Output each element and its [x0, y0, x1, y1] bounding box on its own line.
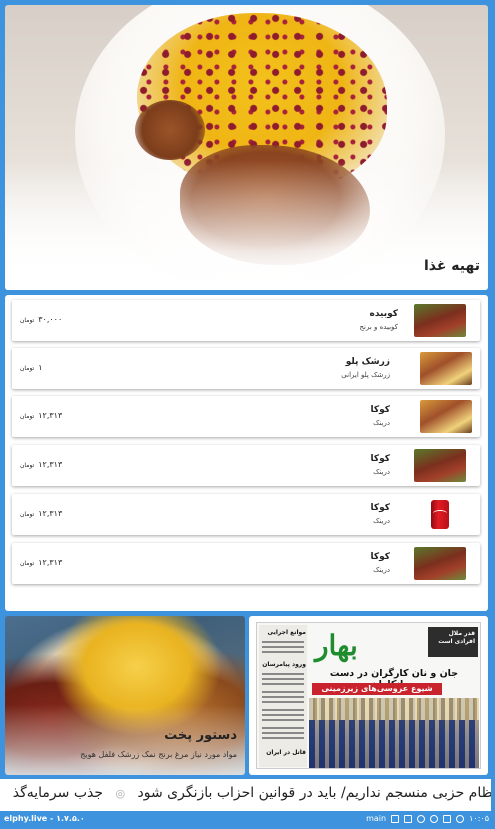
coke-can-icon [431, 500, 449, 529]
newspaper-banner: شیوع عروسی‌های زیرزمینی [312, 683, 442, 695]
news-ticker[interactable]: نظام حزبی منسجم نداریم/ باید در قوانین ا… [0, 779, 491, 811]
polo-thumbnail [420, 352, 472, 385]
menu-item[interactable]: کوکا درینک ۱۲,۳۱۳تومان [12, 494, 480, 535]
item-name: زرشک پلو [345, 357, 390, 367]
refresh-icon[interactable] [430, 814, 439, 823]
clock-icon [456, 814, 465, 823]
item-desc: زرشک پلو ایرانی [341, 371, 390, 379]
app-frame: تهیه غذا کوبیده کوبیده و برنج ۳۰,۰۰۰توما… [0, 0, 495, 829]
newspaper-logo: بهار [315, 629, 358, 662]
item-name: کوکا [370, 503, 391, 513]
site-label: elphy.live - ۱.۷.۵.۰ [4, 814, 85, 823]
recipe-title: دستور پخت [164, 728, 237, 743]
hero-title: تهیه غذا [423, 258, 480, 274]
item-price: ۱۲,۳۱۳تومان [20, 558, 63, 567]
item-price: ۱۲,۳۱۳تومان [20, 509, 63, 518]
side-headline: موانع اجرایی [267, 629, 306, 636]
hourglass-icon[interactable] [443, 814, 452, 823]
newspaper-image: موانع اجرایی ورود پیامرسان قاتل در ایران [256, 622, 481, 769]
ticker-headline: نظام حزبی منسجم نداریم/ باید در قوانین ا… [137, 785, 491, 801]
item-price: ۱۲,۳۱۳تومان [20, 411, 63, 420]
menu-item[interactable]: زرشک پلو زرشک پلو ایرانی ۱تومان [12, 348, 480, 389]
side-headline: قاتل در ایران [266, 749, 306, 756]
item-desc: درینک [373, 566, 390, 574]
item-price: ۱تومان [20, 363, 43, 372]
ticker-text: نظام حزبی منسجم نداریم/ باید در قوانین ا… [13, 785, 491, 801]
polo-thumbnail [420, 400, 472, 433]
hero-card[interactable]: تهیه غذا [5, 5, 488, 290]
search-icon[interactable] [417, 814, 426, 823]
newspaper-box: قدر ملال افرادی است [428, 627, 478, 657]
item-name: کوبیده [369, 309, 398, 319]
hero-fade [5, 160, 488, 290]
menu-item[interactable]: کوکا درینک ۱۲,۳۱۳تومان [12, 543, 480, 584]
item-desc: درینک [373, 419, 390, 427]
item-name: کوکا [370, 552, 391, 562]
menu-item[interactable]: کوبیده کوبیده و برنج ۳۰,۰۰۰تومان [12, 300, 480, 341]
item-name: کوکا [370, 454, 391, 464]
item-name: کوکا [370, 405, 391, 415]
item-desc: درینک [373, 517, 390, 525]
status-right: main ۱۰:۰۵ [366, 814, 489, 823]
kabob-thumbnail [414, 449, 466, 482]
status-bar: elphy.live - ۱.۷.۵.۰ main ۱۰:۰۵ [0, 811, 495, 829]
item-price: ۳۰,۰۰۰تومان [20, 315, 63, 324]
list-icon[interactable] [404, 814, 413, 823]
menu-item[interactable]: کوکا درینک ۱۲,۳۱۳تومان [12, 445, 480, 486]
menu-list: کوبیده کوبیده و برنج ۳۰,۰۰۰تومان زرشک پل… [5, 295, 488, 611]
coke-thumbnail [414, 498, 466, 531]
item-desc: کوبیده و برنج [359, 323, 398, 331]
ticker-headline-next: جذب سرمایه‌گذ [12, 785, 104, 801]
item-price: ۱۲,۳۱۳تومان [20, 460, 63, 469]
recipe-subtitle: مواد مورد نیاز مرغ برنج نمک زرشک فلفل هو… [80, 750, 237, 759]
side-headline: ورود پیامرسان [262, 661, 306, 668]
item-desc: درینک [373, 468, 390, 476]
kabob-thumbnail [414, 547, 466, 580]
newspaper-photo [309, 698, 479, 768]
status-label: main [366, 814, 387, 823]
status-time: ۱۰:۰۵ [469, 814, 489, 823]
kabob-thumbnail [414, 304, 466, 337]
chicken-image [135, 100, 205, 160]
recipe-card[interactable]: دستور پخت مواد مورد نیاز مرغ برنج نمک زر… [5, 616, 245, 775]
menu-item[interactable]: کوکا درینک ۱۲,۳۱۳تومان [12, 396, 480, 437]
rss-icon: ◎ [115, 787, 126, 800]
newspaper-side-column: موانع اجرایی ورود پیامرسان قاتل در ایران [259, 625, 307, 767]
grid-icon[interactable] [391, 814, 400, 823]
newspaper-card[interactable]: موانع اجرایی ورود پیامرسان قاتل در ایران [249, 616, 488, 775]
